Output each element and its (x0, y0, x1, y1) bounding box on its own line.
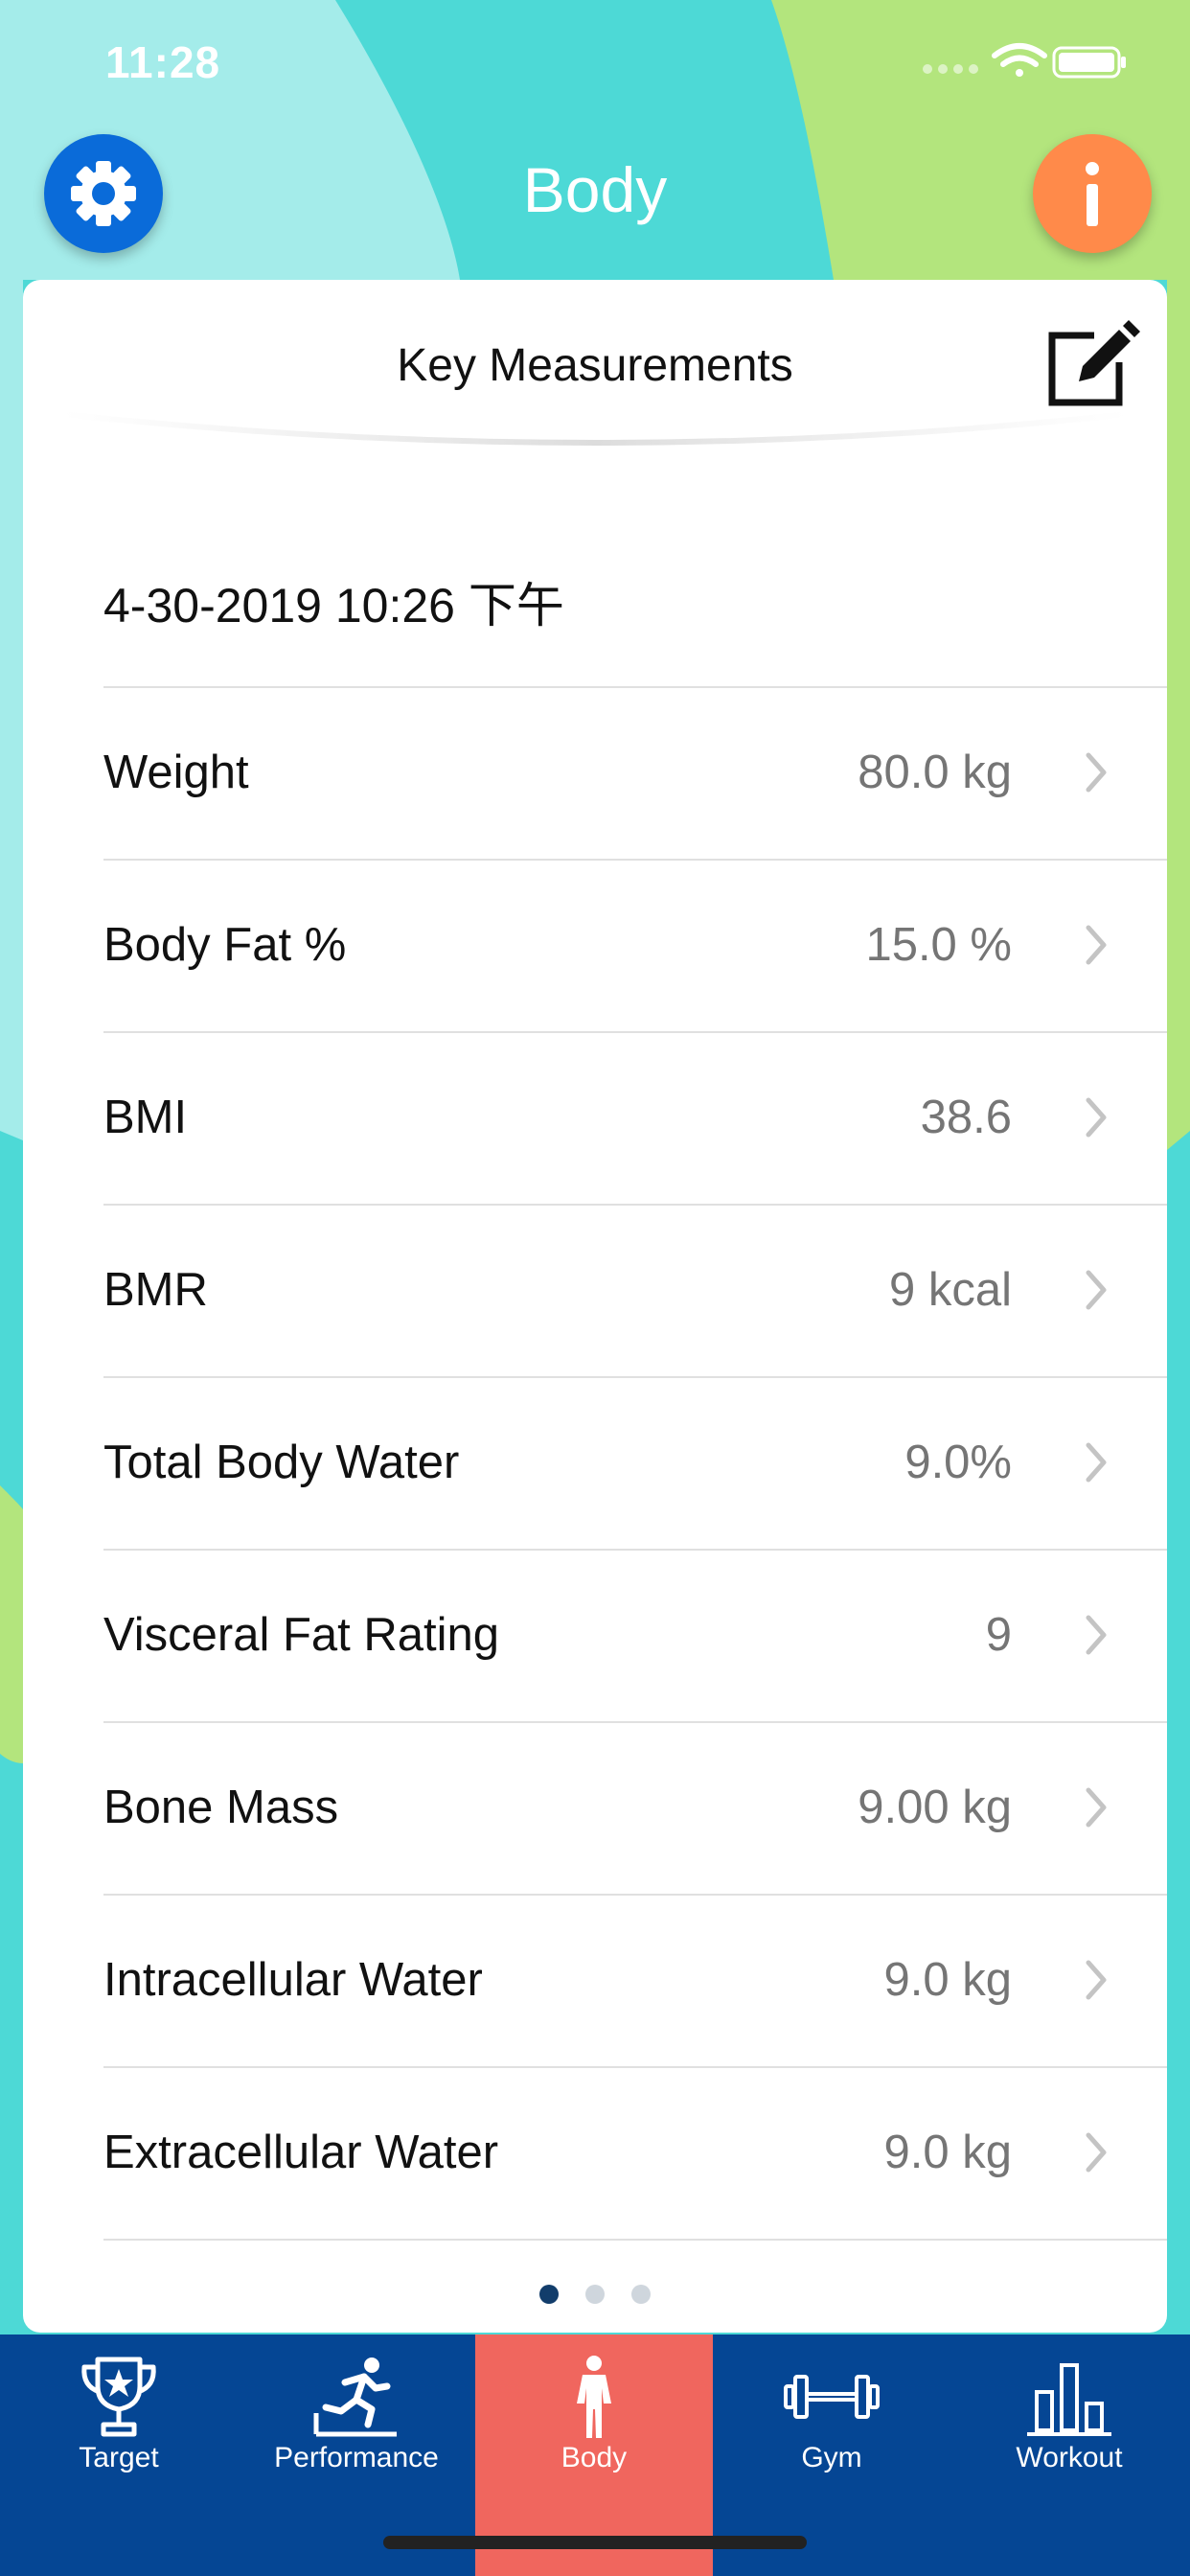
trophy-icon (81, 2357, 156, 2437)
measurement-value: 9 (985, 1609, 1012, 1661)
bar-chart-icon (1027, 2363, 1111, 2436)
battery-icon (1052, 46, 1126, 79)
tab-label: Performance (274, 2442, 439, 2473)
page-indicator[interactable] (23, 2285, 1167, 2308)
measurement-row[interactable]: Weight 80.0 kg (103, 688, 1167, 861)
chevron-right-icon (1086, 752, 1107, 793)
chevron-right-icon (1086, 2132, 1107, 2173)
tab-workout[interactable]: Workout (950, 2334, 1188, 2576)
measurement-row[interactable]: Bone Mass 9.00 kg (103, 1723, 1167, 1896)
measurement-row[interactable]: BMI 38.6 (103, 1033, 1167, 1206)
body-screen: 11:28 Body Key Measurements 4-30-2019 10… (0, 0, 1190, 2576)
measurement-value: 9.0% (904, 1437, 1012, 1488)
measurement-value: 9.0 kg (883, 2127, 1012, 2178)
chevron-right-icon (1086, 1787, 1107, 1828)
measurement-row[interactable]: Total Body Water 9.0% (103, 1378, 1167, 1551)
measurement-label: BMI (103, 1092, 188, 1143)
measurement-label: Bone Mass (103, 1782, 339, 1833)
key-measurements-card: Key Measurements 4-30-2019 10:26 下午 Weig… (23, 280, 1167, 2333)
measurement-label: Visceral Fat Rating (103, 1609, 500, 1661)
measurement-label: Weight (103, 747, 249, 798)
page-dot[interactable] (631, 2285, 651, 2304)
measurement-label: Intracellular Water (103, 1954, 483, 2006)
tab-label: Target (79, 2442, 159, 2473)
measurement-row[interactable]: Body Fat % 15.0 % (103, 861, 1167, 1033)
page-dot[interactable] (539, 2285, 559, 2304)
measurement-value: 80.0 kg (858, 747, 1012, 798)
person-icon (577, 2356, 611, 2438)
home-indicator[interactable] (383, 2536, 807, 2549)
measurement-label: Total Body Water (103, 1437, 460, 1488)
tab-label: Gym (801, 2442, 862, 2473)
measurement-value: 9.0 kg (883, 1954, 1012, 2006)
runner-icon (313, 2358, 397, 2437)
measurement-value: 38.6 (920, 1092, 1012, 1143)
chevron-right-icon (1086, 1442, 1107, 1483)
status-time: 11:28 (105, 37, 221, 87)
measurement-label: Body Fat % (103, 919, 347, 971)
measurement-row[interactable]: Intracellular Water 9.0 kg (103, 1896, 1167, 2068)
page-title: Body (522, 154, 668, 225)
status-icons (923, 43, 1126, 79)
measurement-label: BMR (103, 1264, 208, 1316)
chevron-right-icon (1086, 1615, 1107, 1655)
signal-icon (923, 64, 978, 74)
card-header-divider (61, 411, 1129, 446)
tab-label: Body (561, 2442, 628, 2473)
info-icon (1086, 162, 1099, 226)
measurement-label: Extracellular Water (103, 2127, 499, 2178)
info-button[interactable] (1033, 134, 1152, 253)
measurement-value: 9 kcal (888, 1264, 1012, 1316)
measurement-row[interactable]: Extracellular Water 9.0 kg (103, 2068, 1167, 2241)
tab-label: Workout (1016, 2442, 1123, 2473)
chevron-right-icon (1086, 1097, 1107, 1138)
tab-target[interactable]: Target (0, 2334, 238, 2576)
measurement-value: 15.0 % (865, 919, 1012, 971)
chevron-right-icon (1086, 1270, 1107, 1310)
measurement-value: 9.00 kg (858, 1782, 1012, 1833)
measurement-date: 4-30-2019 10:26 下午 (103, 579, 564, 632)
dumbbell-icon (784, 2375, 880, 2419)
status-bar: 11:28 (0, 0, 1190, 125)
wifi-icon (992, 43, 1047, 77)
page-dot[interactable] (585, 2285, 605, 2304)
chevron-right-icon (1086, 925, 1107, 965)
measurement-row[interactable]: Visceral Fat Rating 9 (103, 1551, 1167, 1723)
chevron-right-icon (1086, 1960, 1107, 2000)
measurement-row[interactable]: BMR 9 kcal (103, 1206, 1167, 1378)
card-title: Key Measurements (397, 340, 793, 391)
row-divider (103, 2239, 1167, 2241)
